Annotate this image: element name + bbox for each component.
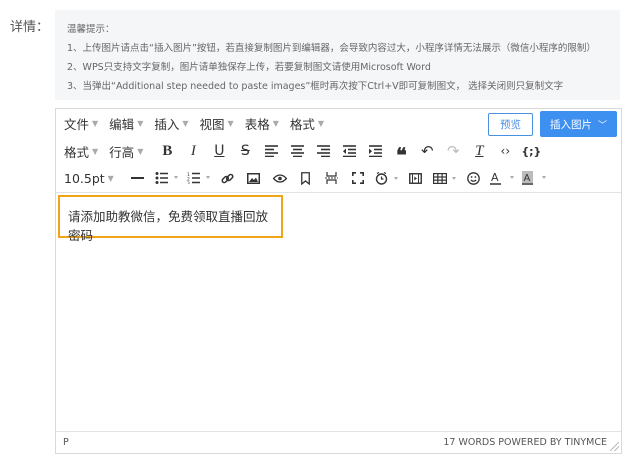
menu-edit[interactable]: 编辑 ▼ (109, 114, 143, 133)
table-icon[interactable] (429, 166, 461, 190)
tip-line-3: 3、当弹出“Additional step needed to paste im… (67, 81, 564, 92)
line-height-dropdown[interactable]: 行高 ▼ (109, 142, 143, 161)
outdent-icon[interactable] (336, 139, 362, 163)
clear-formatting-icon[interactable]: T (466, 139, 492, 163)
toolbar-divider (56, 192, 621, 193)
text-color-icon[interactable]: A (487, 166, 519, 190)
bullet-list-icon[interactable] (151, 166, 183, 190)
fullscreen-icon[interactable] (345, 166, 371, 190)
svg-text:A: A (491, 171, 499, 184)
italic-icon[interactable]: I (180, 139, 206, 163)
toolbar-formatting: 格式 ▼ 行高 ▼ B I U S ❝ ↶ ↷ T ‹› {;} (64, 137, 544, 167)
svg-text:A: A (523, 173, 530, 184)
menu-insert[interactable]: 插入 ▼ (154, 114, 188, 133)
menu-view[interactable]: 视图 ▼ (200, 114, 234, 133)
preview-button[interactable]: 预览 (488, 113, 533, 136)
tip-line-2: 2、WPS只支持文字复制，图片请单独保存上传，若要复制图文请使用Microsof… (67, 62, 431, 73)
align-left-icon[interactable] (258, 139, 284, 163)
source-code-icon[interactable]: ‹› (492, 139, 518, 163)
background-color-icon[interactable]: A (519, 166, 551, 190)
align-center-icon[interactable] (284, 139, 310, 163)
horizontal-rule-icon[interactable] (125, 166, 151, 190)
page-break-icon[interactable] (319, 166, 345, 190)
editor-content[interactable]: 请添加助教微信，免费领取直播回放密码 (58, 195, 283, 243)
element-path[interactable]: P (63, 437, 69, 448)
status-bar: P 17 WORDS POWERED BY TINYMCE (56, 431, 621, 453)
content-text: 请添加助教微信，免费领取直播回放密码 (68, 209, 269, 243)
numbered-list-icon[interactable]: 123 (183, 166, 215, 190)
tips-title: 温馨提示： (67, 24, 115, 35)
preview-eye-icon[interactable] (267, 166, 293, 190)
rich-text-editor: 文件 ▼ 编辑 ▼ 插入 ▼ 视图 ▼ 表格 ▼ 格式 ▼ 预览 插入图片 ﹀ 格式 ▼ 行高… (55, 108, 622, 454)
align-right-icon[interactable] (310, 139, 336, 163)
datetime-icon[interactable] (371, 166, 403, 190)
redo-icon[interactable]: ↷ (440, 139, 466, 163)
chevron-down-icon: ▼ (317, 118, 325, 128)
image-icon[interactable] (241, 166, 267, 190)
indent-icon[interactable] (362, 139, 388, 163)
format-dropdown[interactable]: 格式 ▼ (64, 142, 98, 161)
chevron-down-icon: ▼ (107, 173, 114, 183)
emoticons-icon[interactable] (461, 166, 487, 190)
chevron-down-icon: ▼ (92, 146, 99, 156)
underline-icon[interactable]: U (206, 139, 232, 163)
svg-text:3: 3 (187, 181, 190, 184)
bold-icon[interactable]: B (154, 139, 180, 163)
chevron-down-icon: ▼ (227, 118, 234, 128)
undo-icon[interactable]: ↶ (414, 139, 440, 163)
toolbar-insert: 10.5pt▼ 123 (64, 164, 551, 192)
menu-file[interactable]: 文件 ▼ (64, 114, 98, 133)
link-icon[interactable] (215, 166, 241, 190)
word-count: 17 WORDS POWERED BY TINYMCE (443, 437, 607, 448)
field-label: 详情： (10, 20, 50, 35)
chevron-down-icon: ▼ (182, 118, 189, 128)
font-size-dropdown[interactable]: 10.5pt ▼ (64, 171, 114, 186)
insert-image-button[interactable]: 插入图片 ﹀ (540, 111, 617, 137)
code-sample-icon[interactable]: {;} (518, 139, 544, 163)
chevron-down-icon: ▼ (92, 118, 99, 128)
menu-format[interactable]: 格式 ▼ (290, 114, 324, 133)
insert-image-label: 插入图片 (549, 118, 592, 131)
blockquote-icon[interactable]: ❝ (388, 139, 414, 167)
tips-panel: 温馨提示： 1、上传图片请点击“插入图片”按钮，若直接复制图片到编辑器，会导致内… (55, 10, 620, 100)
media-icon[interactable] (403, 166, 429, 190)
chevron-down-icon: ﹀ (597, 120, 607, 131)
resize-handle-icon[interactable] (610, 442, 619, 451)
bookmark-icon[interactable] (293, 166, 319, 190)
chevron-down-icon: ▼ (137, 146, 144, 156)
menu-table[interactable]: 表格 ▼ (245, 114, 279, 133)
menubar: 文件 ▼ 编辑 ▼ 插入 ▼ 视图 ▼ 表格 ▼ 格式 ▼ (64, 109, 335, 137)
chevron-down-icon: ▼ (137, 118, 144, 128)
tip-line-1: 1、上传图片请点击“插入图片”按钮，若直接复制图片到编辑器，会导致内容过大，小程… (67, 43, 596, 54)
strikethrough-icon[interactable]: S (232, 139, 258, 163)
chevron-down-icon: ▼ (272, 118, 279, 128)
